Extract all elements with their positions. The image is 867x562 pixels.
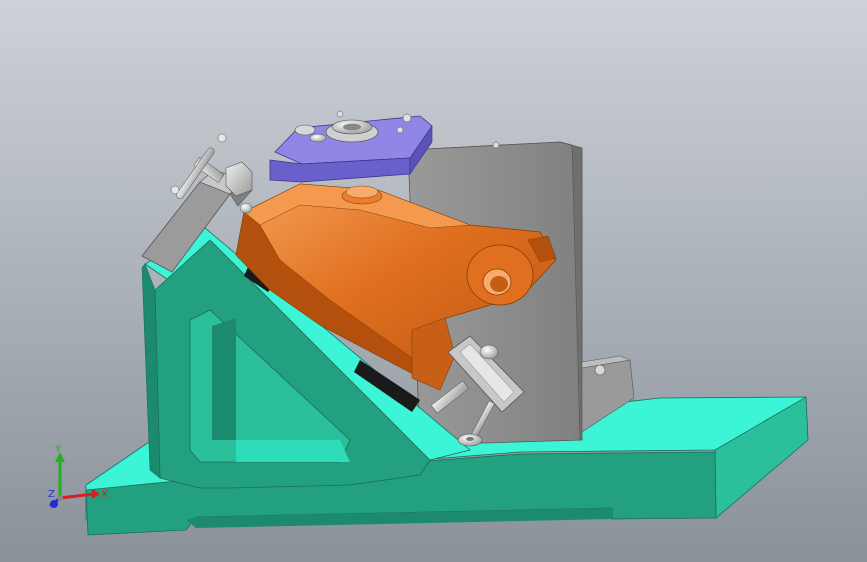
angle-support-window-inner — [212, 318, 236, 440]
diamond-pin — [294, 124, 316, 136]
back-plate-screw — [492, 141, 500, 149]
triad-origin — [57, 495, 63, 501]
lower-clamp-screw-head — [479, 344, 499, 360]
workpiece-arm-bore-inner — [490, 276, 508, 292]
model-scene[interactable]: Y X Z — [0, 0, 867, 562]
triad-z-cap — [50, 500, 58, 508]
triad-z-label: Z — [48, 489, 55, 500]
triad-y-label: Y — [54, 444, 62, 455]
locating-bushing-bore — [343, 123, 361, 131]
cad-viewport[interactable]: Y X Z — [0, 0, 867, 562]
triad-x-label: X — [101, 489, 108, 500]
angle-support-window-floor — [236, 440, 350, 462]
plate-screw-3 — [396, 126, 404, 134]
bracket-screw — [594, 364, 606, 376]
diamond-pin-top — [309, 133, 327, 143]
plate-screw-2 — [336, 110, 344, 118]
upper-clamp-handle-knob — [170, 185, 180, 195]
plate-screw-1 — [402, 113, 412, 123]
upper-clamp-plunger — [239, 202, 253, 214]
lower-clamp-foot-inner — [466, 437, 474, 441]
upper-clamp-handle-knob-2 — [217, 133, 227, 143]
workpiece-top-boss-cap — [345, 185, 379, 199]
